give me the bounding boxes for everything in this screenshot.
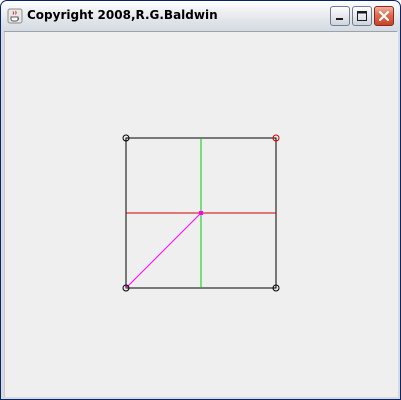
- drawing-canvas[interactable]: [1, 1, 401, 400]
- center-marker[interactable]: [199, 211, 203, 215]
- app-window: Copyright 2008,R.G.Baldwin: [0, 0, 401, 400]
- diagonal-line: [125, 212, 202, 289]
